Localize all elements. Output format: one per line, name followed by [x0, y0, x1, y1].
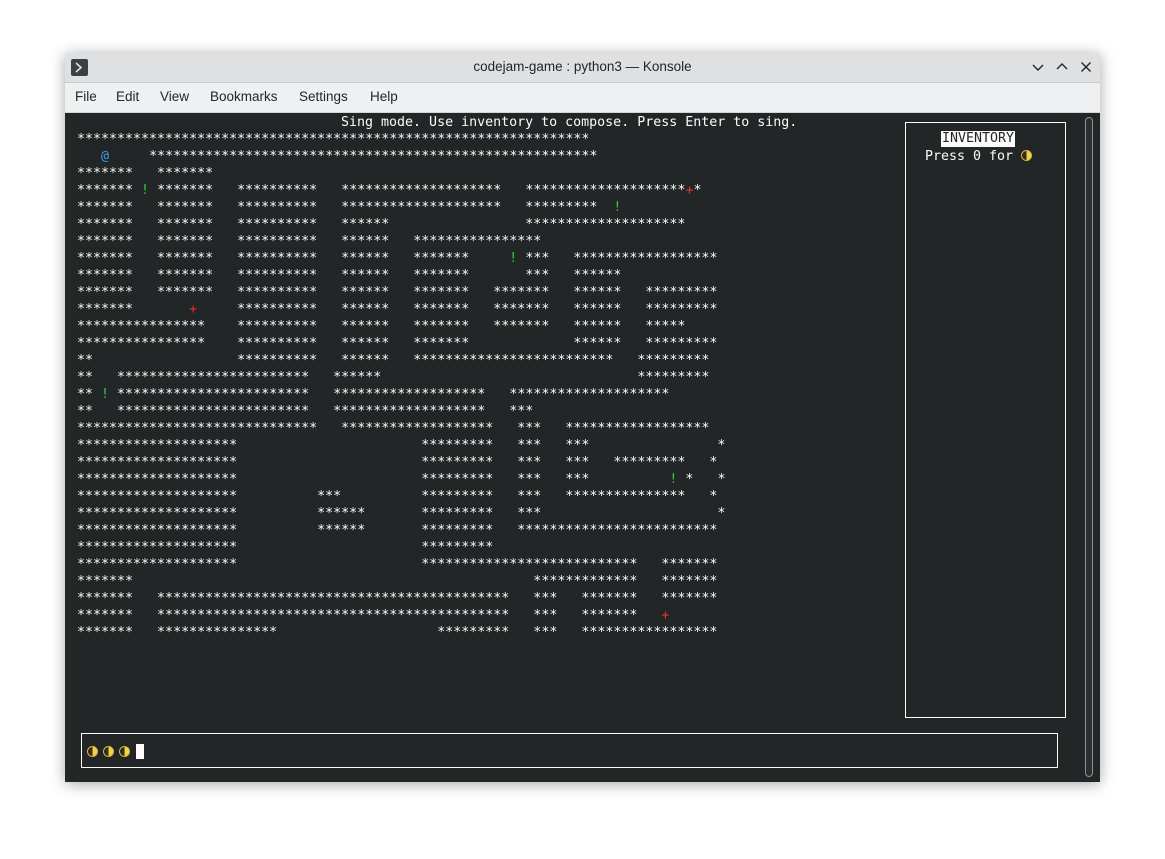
inventory-title: INVENTORY	[941, 131, 1016, 147]
map-row: ****************************************…	[77, 132, 590, 147]
map-row: ******************** ********* *** *** !…	[77, 472, 726, 487]
map-row: ******* ******* ********** ****** ******…	[77, 268, 622, 283]
minimize-button[interactable]	[1029, 58, 1047, 76]
map-row: ******* ************* *******	[77, 574, 718, 589]
map-row: ******************** *** ********* *** *…	[77, 489, 718, 504]
map-row: ******* ! ******* ********** ***********…	[77, 183, 702, 198]
half-moon-note-icon	[1021, 150, 1033, 161]
player-glyph: @	[101, 149, 110, 164]
menu-bar: File Edit View Bookmarks Settings Help	[65, 83, 1100, 113]
map-row: ******************** ****** ********* **…	[77, 523, 718, 538]
enemy-glyph: +	[661, 608, 670, 623]
close-icon	[1081, 62, 1091, 72]
item-glyph: !	[669, 472, 678, 487]
map-row: ******* ******* ********** ****** ******…	[77, 251, 718, 266]
chevron-up-icon	[1056, 63, 1068, 70]
map-row: ** ! ************************ **********…	[77, 387, 670, 402]
maximize-button[interactable]	[1053, 58, 1071, 76]
composed-notes	[87, 743, 144, 759]
title-bar[interactable]: codejam-game : python3 — Konsole	[65, 53, 1100, 83]
enemy-glyph: +	[189, 302, 198, 317]
map-row: ******* *******	[77, 166, 214, 181]
window-title: codejam-game : python3 — Konsole	[473, 59, 692, 74]
status-message: Sing mode. Use inventory to compose. Pre…	[341, 115, 798, 130]
map-row: ******************** ********* *** *** *	[77, 438, 726, 453]
compose-input[interactable]	[81, 733, 1058, 768]
menu-bookmarks[interactable]: Bookmarks	[210, 89, 278, 104]
map-row: ****************************** *********…	[77, 421, 710, 436]
map-row: ** ************************ ****** *****…	[77, 370, 710, 385]
inventory-hint-text: Press 0 for	[925, 149, 1014, 164]
half-moon-note-icon	[87, 745, 98, 757]
item-glyph: !	[613, 200, 622, 215]
map-row: ** ************************ ************…	[77, 404, 534, 419]
menu-edit[interactable]: Edit	[116, 89, 139, 104]
item-glyph: !	[101, 387, 110, 402]
half-moon-note-icon	[119, 745, 130, 757]
map-row: **************** ********** ****** *****…	[77, 336, 718, 351]
text-cursor	[136, 743, 144, 759]
map-row: ******* ******* ********** ****** ******…	[77, 234, 542, 249]
map-row: ******* ********************************…	[77, 591, 718, 606]
item-glyph: !	[141, 183, 150, 198]
konsole-window: codejam-game : python3 — Konsole File Ed…	[65, 53, 1100, 782]
enemy-glyph: +	[685, 183, 694, 198]
chevron-down-icon	[1032, 64, 1044, 71]
menu-view[interactable]: View	[160, 89, 189, 104]
map-row: ******* ********************************…	[77, 608, 670, 623]
map-row: ******************** ****** ********* **…	[77, 506, 726, 521]
map-row: ******************** *******************…	[77, 557, 718, 572]
inventory-panel: INVENTORY Press 0 for	[905, 122, 1066, 718]
item-glyph: !	[509, 251, 518, 266]
map-row: ******* ******* ********** ****** ******…	[77, 217, 686, 232]
map-row: ******* ******* ********** ****** ******…	[77, 285, 718, 300]
map-row: **************** ********** ****** *****…	[77, 319, 686, 334]
map-row: ** ********** ****** *******************…	[77, 353, 710, 368]
half-moon-note-icon	[103, 745, 114, 757]
menu-help[interactable]: Help	[370, 89, 398, 104]
map-row: ******************** *********	[77, 540, 494, 555]
game-map: ****************************************…	[77, 131, 725, 641]
map-row: ******* + ********** ****** ******* ****…	[77, 302, 718, 317]
inventory-hint: Press 0 for	[925, 148, 1033, 165]
menu-file[interactable]: File	[75, 89, 97, 104]
terminal-area[interactable]: Sing mode. Use inventory to compose. Pre…	[65, 113, 1100, 782]
map-row: ******* *************** ********* *** **…	[77, 625, 718, 640]
menu-settings[interactable]: Settings	[299, 89, 348, 104]
map-row: @ **************************************…	[101, 149, 598, 164]
close-button[interactable]	[1077, 58, 1095, 76]
scrollbar[interactable]	[1085, 117, 1093, 777]
map-row: ******************** ********* *** *** *…	[77, 455, 718, 470]
map-row: ******* ******* ********** *************…	[77, 200, 622, 215]
